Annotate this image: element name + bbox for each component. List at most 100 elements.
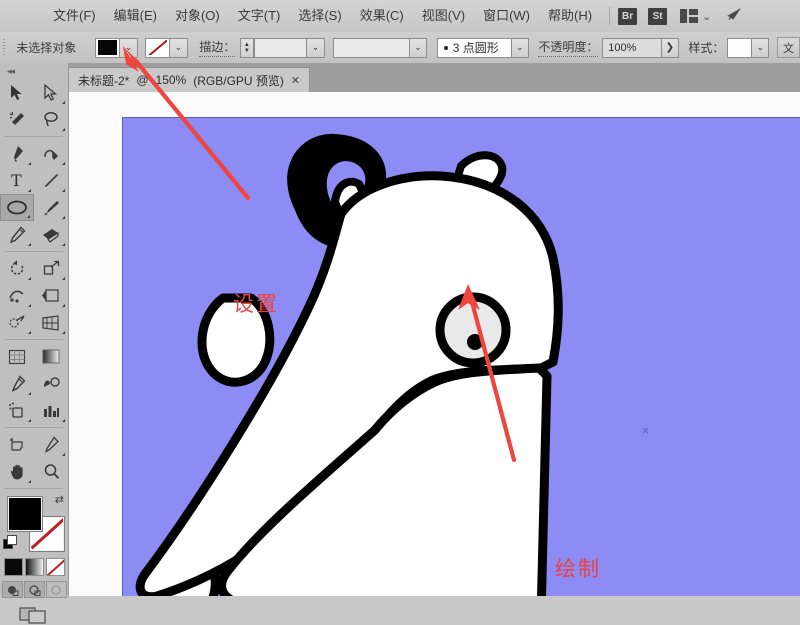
line-segment-tool[interactable] — [34, 167, 68, 194]
menu-edit[interactable]: 编辑(E) — [105, 0, 166, 32]
free-transform-tool[interactable] — [34, 282, 68, 309]
tool-group-selection — [0, 79, 68, 133]
tab-color-mode: (RGB/GPU 预览) — [193, 73, 284, 88]
menu-divider — [609, 7, 611, 25]
gradient-tool[interactable] — [34, 343, 68, 370]
tool-group-paint — [0, 343, 68, 424]
tab-at-symbol: @ — [136, 73, 149, 87]
blend-tool[interactable] — [34, 370, 68, 397]
eraser-tool[interactable] — [34, 221, 68, 248]
menu-select[interactable]: 选择(S) — [289, 0, 350, 32]
svg-text:T: T — [11, 172, 22, 189]
fill-swatch[interactable] — [95, 37, 121, 58]
lasso-tool[interactable] — [34, 106, 68, 133]
menu-window[interactable]: 窗口(W) — [474, 0, 539, 32]
style-dropdown-icon[interactable]: ⌄ — [752, 37, 770, 58]
opacity-label: 不透明度： — [538, 38, 599, 57]
bridge-icon[interactable]: Br — [618, 7, 638, 25]
control-options-bar: 未选择对象 ⌄ ⌄ 描边： ▲ ▼ ⌄ ⌄ 3 点圆形 ⌄ 不透明度： 100% … — [0, 32, 800, 64]
fill-stroke-controls: ⇄ — [0, 493, 68, 555]
default-fill-stroke-icon[interactable] — [3, 535, 17, 549]
stroke-weight-label: 描边： — [199, 38, 236, 57]
tool-group-draw: T — [0, 140, 68, 248]
color-mode-buttons — [0, 558, 68, 576]
type-tool[interactable]: T — [0, 167, 34, 194]
mesh-tool[interactable] — [0, 343, 34, 370]
none-mode-button[interactable] — [45, 558, 65, 576]
cartoon-character-illustration — [135, 133, 649, 596]
eyedropper-tool[interactable] — [0, 370, 34, 397]
draw-inside-button[interactable] — [45, 581, 67, 598]
artboard[interactable]: 设置 绘制 — [122, 117, 800, 596]
close-icon[interactable]: ✕ — [291, 74, 300, 87]
selection-status: 未选择对象 — [16, 41, 77, 55]
stroke-color-control[interactable]: ⌄ — [144, 37, 188, 58]
canvas-area[interactable]: 设置 绘制 — [69, 92, 800, 596]
paintbrush-tool[interactable] — [34, 194, 68, 221]
swap-fill-stroke-icon[interactable]: ⇄ — [55, 493, 64, 506]
tab-zoom-level: 150% — [155, 73, 187, 87]
direct-selection-tool[interactable] — [34, 79, 68, 106]
artboard-tool[interactable] — [0, 431, 34, 458]
hand-tool[interactable] — [0, 458, 34, 485]
menu-bar: 文件(F) 编辑(E) 对象(O) 文字(T) 选择(S) 效果(C) 视图(V… — [0, 0, 800, 33]
document-setup-button[interactable]: 文 — [776, 37, 800, 58]
annotation-draw: 绘制 — [555, 557, 601, 581]
scale-tool[interactable] — [34, 255, 68, 282]
stroke-weight-dropdown-icon[interactable]: ⌄ — [307, 37, 325, 58]
illustrator-window: 文件(F) 编辑(E) 对象(O) 文字(T) 选择(S) 效果(C) 视图(V… — [0, 0, 800, 624]
selection-tool[interactable] — [0, 79, 34, 106]
opacity-expand-icon[interactable]: ❯ — [661, 37, 679, 58]
perspective-grid-tool[interactable] — [34, 309, 68, 336]
stock-icon[interactable]: St — [648, 7, 668, 25]
menu-type[interactable]: 文字(T) — [229, 0, 290, 32]
fill-dropdown-icon[interactable]: ⌄ — [120, 37, 139, 58]
rotate-tool[interactable] — [0, 255, 34, 282]
draw-behind-button[interactable] — [23, 581, 45, 598]
menu-help[interactable]: 帮助(H) — [539, 0, 601, 32]
style-label: 样式： — [688, 41, 725, 55]
menu-file[interactable]: 文件(F) — [44, 0, 105, 32]
collapse-icon: ◂◂ — [7, 65, 15, 76]
draw-normal-button[interactable] — [1, 581, 23, 598]
tool-group-transform — [0, 255, 68, 336]
document-tab[interactable]: 未标题-2* @ 150% (RGB/GPU 预览) ✕ — [68, 67, 311, 92]
stroke-swatch[interactable] — [144, 37, 170, 58]
rocket-icon[interactable] — [725, 7, 742, 25]
shape-builder-tool[interactable] — [0, 309, 34, 336]
stroke-weight-input[interactable] — [253, 37, 308, 58]
menu-view[interactable]: 视图(V) — [413, 0, 474, 32]
stroke-profile-dropdown-icon[interactable]: ⌄ — [409, 37, 428, 58]
fill-color-control[interactable]: ⌄ — [95, 37, 139, 58]
ellipse-tool[interactable] — [0, 194, 34, 221]
screen-mode-button[interactable] — [0, 605, 68, 625]
pencil-tool[interactable] — [0, 221, 34, 248]
stroke-dropdown-icon[interactable]: ⌄ — [169, 37, 188, 58]
magic-wand-tool[interactable] — [0, 106, 34, 133]
column-graph-tool[interactable] — [34, 397, 68, 424]
fill-color-swatch[interactable] — [7, 496, 43, 532]
panel-collapse-button[interactable]: ◂◂ — [0, 63, 68, 79]
stroke-profile-input[interactable] — [333, 37, 410, 58]
brush-dropdown-icon[interactable]: ⌄ — [511, 37, 529, 58]
panel-grip[interactable] — [0, 32, 9, 63]
draw-mode-buttons — [0, 581, 68, 598]
brush-definition-value: 3 点圆形 — [452, 41, 499, 55]
symbol-sprayer-tool[interactable] — [0, 397, 34, 424]
curvature-tool[interactable] — [34, 140, 68, 167]
pen-tool[interactable] — [0, 140, 34, 167]
style-swatch[interactable] — [727, 37, 753, 58]
zoom-tool[interactable] — [34, 458, 68, 485]
stroke-weight-stepper[interactable]: ▲ ▼ — [240, 37, 254, 58]
color-mode-button[interactable] — [3, 558, 23, 576]
brush-definition-input[interactable]: 3 点圆形 — [436, 37, 512, 58]
opacity-input[interactable]: 100% — [602, 37, 662, 58]
menu-effect[interactable]: 效果(C) — [351, 0, 413, 32]
gradient-mode-button[interactable] — [24, 558, 44, 576]
chevron-down-icon[interactable]: ⌄ — [702, 10, 711, 23]
menu-object[interactable]: 对象(O) — [166, 0, 229, 32]
annotation-settings: 设置 — [233, 292, 279, 316]
slice-tool[interactable] — [34, 431, 68, 458]
width-tool[interactable] — [0, 282, 34, 309]
arrange-documents-icon[interactable] — [678, 8, 700, 25]
